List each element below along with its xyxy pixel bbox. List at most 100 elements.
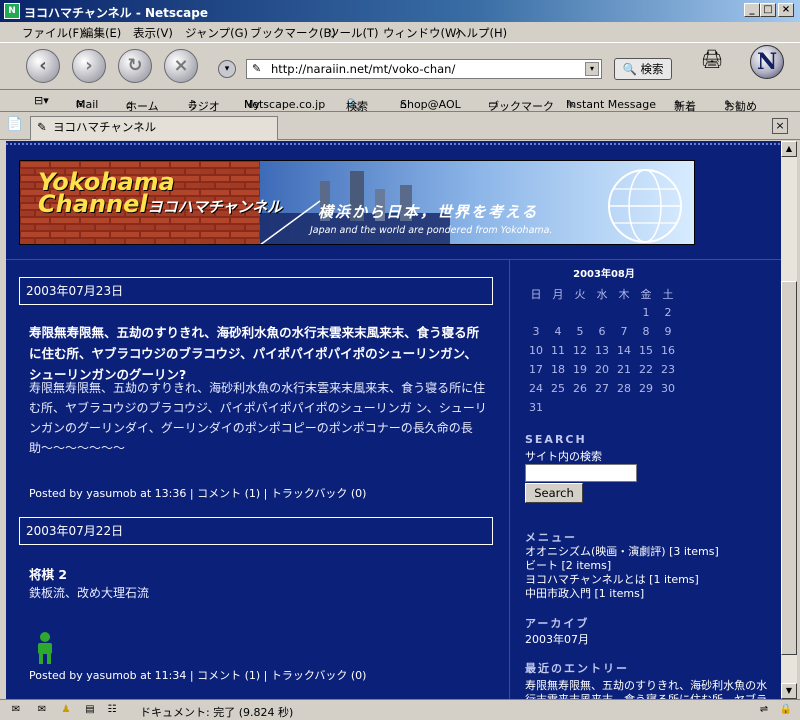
page-proxy-icon: ✎: [252, 62, 262, 75]
mail-icon[interactable]: ✉: [34, 703, 50, 717]
calendar-day: 30: [661, 382, 675, 395]
status-text: ドキュメント: 完了 (9.824 秒): [140, 706, 294, 719]
recent-list: 寿限無寿限無、五劫のすりきれ、海砂利水魚の水行末雲来末風来末、食う寝る所に住む所…: [525, 679, 775, 699]
menu-window[interactable]: ウィンドウ(W): [383, 25, 461, 41]
forward-button[interactable]: ›: [72, 49, 106, 83]
url-text: http://naraiin.net/mt/voko-chan/: [271, 62, 456, 76]
weekday: 水: [596, 287, 608, 301]
calendar: 2003年08月 日 月 火 水 木 金 土 1 2 3 4 5 6 7 8 9 10 11 12 13…: [525, 265, 683, 417]
calendar-day: 12: [573, 344, 587, 357]
archive-link[interactable]: 2003年07月: [525, 633, 589, 646]
history-dropdown-icon[interactable]: ▾: [218, 60, 236, 78]
entry-date: 2003年07月23日: [19, 277, 493, 305]
mail-icon[interactable]: ✉: [8, 703, 24, 717]
calendar-month: 2003年08月: [573, 269, 635, 280]
maximize-button[interactable]: □: [760, 3, 776, 17]
scroll-thumb[interactable]: [781, 281, 797, 655]
calendar-day: [569, 303, 591, 322]
calendar-day: [525, 303, 547, 322]
calendar-day: [591, 303, 613, 322]
recent-entry-link[interactable]: 寿限無寿限無、五劫のすりきれ、海砂利水魚の水行末雲来末風来末、食う寝る所に住む所…: [525, 679, 767, 699]
menu-tools[interactable]: ツール(T): [328, 25, 379, 41]
toolbar-menu-icon[interactable]: ⊟▾: [34, 94, 49, 107]
close-tab-icon[interactable]: ×: [772, 118, 788, 134]
posted-by: Posted by yasumob at 11:34: [29, 669, 187, 682]
tab-yokohama-channel[interactable]: ✎ ヨコハマチャンネル: [30, 116, 278, 140]
window-title: ヨコハマチャンネル - Netscape: [24, 6, 208, 20]
logo-text: Yokohama Channelヨコハマチャンネル: [38, 170, 282, 218]
minimize-button[interactable]: _: [744, 3, 760, 17]
scroll-up-arrow-icon[interactable]: ▲: [781, 141, 797, 157]
site-banner[interactable]: Yokohama Channelヨコハマチャンネル 横浜から日本，世界を考える …: [19, 160, 695, 245]
calendar-day: [569, 398, 591, 417]
weekday: 月: [552, 287, 564, 301]
url-dropdown-icon[interactable]: ▾: [585, 62, 599, 76]
recent-heading: 最近のエントリー: [525, 662, 629, 675]
calendar-week: 12: [525, 303, 679, 322]
category-link[interactable]: 中田市政入門 [1 items]: [525, 587, 644, 600]
calendar-day: 16: [661, 344, 675, 357]
calendar-day: 4: [554, 325, 562, 338]
calendar-day: [591, 398, 613, 417]
menu-edit[interactable]: 編集(E): [82, 25, 121, 41]
category-link[interactable]: ビート [2 items]: [525, 559, 611, 572]
menu-go[interactable]: ジャンプ(G): [185, 25, 248, 41]
menu-help[interactable]: ヘルプ(H): [455, 25, 507, 41]
calendar-day: 22: [639, 363, 653, 376]
content-divider: [6, 259, 781, 260]
calendar-day: 29: [639, 382, 653, 395]
netscape-app-icon: N: [4, 3, 20, 19]
calendar-day: 27: [595, 382, 609, 395]
address-book-icon[interactable]: ☷: [104, 703, 120, 717]
posted-by: Posted by yasumob at 13:36: [29, 487, 187, 500]
composer-icon[interactable]: ▤: [82, 703, 98, 717]
menu-view[interactable]: 表示(V): [133, 25, 173, 41]
category-link[interactable]: ヨコハマチャンネルとは [1 items]: [525, 573, 699, 586]
search-label: サイト内の検索: [525, 450, 602, 463]
category-link[interactable]: オオニシズム(映画・演劇評) [3 items]: [525, 545, 719, 558]
calendar-day: 11: [551, 344, 565, 357]
trackback-link[interactable]: トラックバック (0): [271, 669, 367, 682]
scroll-down-arrow-icon[interactable]: ▼: [781, 683, 797, 699]
netscape-logo-icon[interactable]: N: [750, 45, 784, 79]
reload-button[interactable]: ↻: [118, 49, 152, 83]
calendar-day: 31: [529, 401, 543, 414]
url-field[interactable]: ✎ http://naraiin.net/mt/voko-chan/ ▾: [246, 59, 602, 79]
calendar-day: 7: [620, 325, 628, 338]
calendar-day: 14: [617, 344, 631, 357]
vertical-scrollbar[interactable]: ▲ ▼: [781, 141, 797, 699]
calendar-week: 3 4 5 6 7 8 9: [525, 322, 679, 341]
menu-bookmarks[interactable]: ブックマーク(B): [250, 25, 336, 41]
calendar-day: [613, 303, 635, 322]
site-search-input[interactable]: [525, 464, 637, 482]
stop-button[interactable]: ×: [164, 49, 198, 83]
calendar-day: 15: [639, 344, 653, 357]
column-divider: [509, 260, 510, 699]
comments-link[interactable]: コメント (1): [197, 669, 260, 682]
banner-tagline-jp: 横浜から日本，世界を考える: [318, 203, 539, 221]
comments-link[interactable]: コメント (1): [197, 487, 260, 500]
calendar-day: [613, 398, 635, 417]
aim-icon[interactable]: ♟: [58, 703, 74, 717]
calendar-weekdays: 日 月 火 水 木 金 土: [525, 284, 679, 303]
archive-heading: アーカイブ: [525, 617, 590, 630]
page-content: Yokohama Channelヨコハマチャンネル 横浜から日本，世界を考える …: [6, 141, 781, 699]
search-heading: SEARCH: [525, 433, 587, 446]
search-button[interactable]: 🔍 検索: [614, 58, 672, 80]
trackback-link[interactable]: トラックバック (0): [271, 487, 367, 500]
close-window-button[interactable]: ×: [778, 3, 794, 17]
entry-title: 寿限無寿限無、五劫のすりきれ、海砂利水魚の水行末雲来末風来末、食う寝る所に住む所…: [29, 325, 480, 382]
menu-file[interactable]: ファイル(F): [22, 25, 84, 41]
site-search-button[interactable]: Search: [525, 483, 583, 503]
search-button-label: 検索: [640, 62, 664, 76]
title-bar: N ヨコハマチャンネル - Netscape _ □ ×: [0, 0, 800, 22]
calendar-day: 19: [573, 363, 587, 376]
calendar-day: 26: [573, 382, 587, 395]
bookmark-icon: ✎: [37, 120, 47, 134]
personal-toolbar: ⊟▾ ✉ Mail ⌂ ホーム ♫ ラジオ My Netscape.co.jp …: [0, 90, 800, 113]
new-tab-icon[interactable]: 📄: [6, 117, 24, 135]
back-button[interactable]: ‹: [26, 49, 60, 83]
print-icon[interactable]: 🖨: [700, 49, 724, 73]
status-bar: ✉ ✉ ♟ ▤ ☷ ドキュメント: 完了 (9.824 秒) ⇌ 🔒: [0, 699, 800, 720]
calendar-day: 5: [576, 325, 584, 338]
